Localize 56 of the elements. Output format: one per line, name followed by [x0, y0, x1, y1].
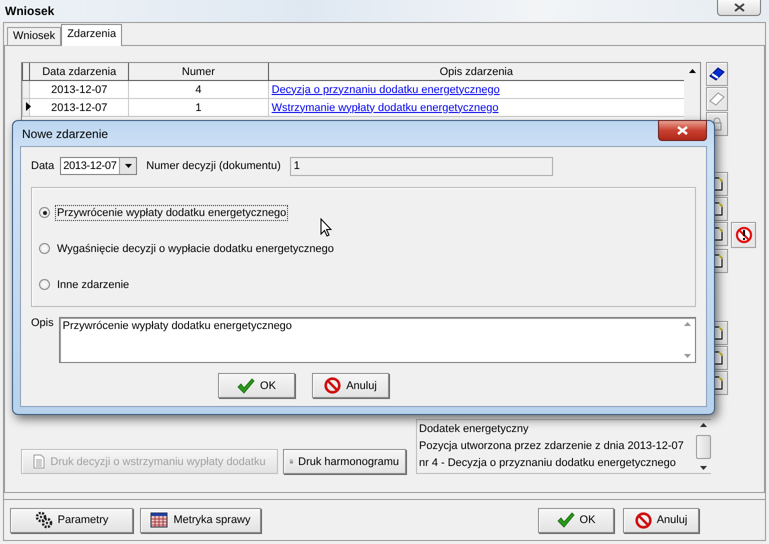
- table-cell: 2013-12-07: [30, 80, 129, 98]
- tab[interactable]: Wniosek: [7, 27, 62, 45]
- cancel-button[interactable]: Anuluj: [312, 373, 389, 398]
- dialog-title: Nowe zdarzenie: [22, 126, 108, 140]
- radio-label[interactable]: Inne zdarzenie: [55, 276, 132, 292]
- toolbar-button[interactable]: [706, 62, 728, 86]
- row-selector[interactable]: [22, 98, 30, 116]
- column-header[interactable]: Numer: [128, 63, 268, 80]
- tab[interactable]: Zdarzenia: [61, 24, 122, 46]
- case-record-button[interactable]: Metryka sprawy: [140, 508, 261, 532]
- radio-button[interactable]: [39, 279, 50, 290]
- scroll-down-icon[interactable]: [700, 466, 706, 470]
- print-button[interactable]: Druk harmonogramu: [283, 449, 406, 474]
- mouse-cursor-icon: [320, 218, 332, 237]
- prohibited-icon: [634, 512, 652, 528]
- gears-icon: [34, 511, 53, 529]
- no-entry-icon: [734, 226, 752, 244]
- ok-button[interactable]: OK: [538, 508, 614, 532]
- prohibited-icon: [324, 377, 342, 394]
- table-cell: 4: [128, 80, 268, 98]
- number-field[interactable]: 1: [290, 156, 553, 176]
- column-header[interactable]: Data zdarzenia: [30, 63, 129, 80]
- radio-label[interactable]: Przywrócenie wypłaty dodatku energetycznego: [55, 204, 288, 220]
- radio-button[interactable]: [39, 207, 50, 218]
- date-dropdown[interactable]: 2013-12-07: [60, 157, 138, 175]
- current-row-icon: [26, 102, 31, 110]
- table-cell: 2013-12-07: [30, 98, 129, 116]
- info-line: Dodatek energetyczny: [419, 422, 530, 437]
- row-selector[interactable]: [22, 80, 30, 98]
- cancel-button[interactable]: Anuluj: [623, 508, 699, 532]
- date-label: Data: [31, 160, 54, 172]
- calendar-icon: [150, 512, 168, 528]
- radio-button[interactable]: [39, 243, 50, 254]
- table-cell: 1: [128, 98, 268, 116]
- number-label: Numer decyzji (dokumentu): [146, 160, 281, 172]
- scroll-up-icon[interactable]: [700, 423, 706, 427]
- ok-button[interactable]: OK: [218, 373, 295, 398]
- check-icon: [237, 378, 256, 394]
- info-line: Pozycja utworzona przez zdarzenie z dnia 2013-12-07: [419, 439, 685, 454]
- close-button[interactable]: [658, 120, 707, 141]
- toolbar-button[interactable]: [731, 222, 756, 248]
- dropdown-arrow-icon: [124, 164, 132, 168]
- description-label: Opis: [31, 317, 54, 331]
- close-button[interactable]: [717, 0, 761, 16]
- radio-label[interactable]: Wygaśnięcie decyzji o wypłacie dodatku energetycznego: [55, 240, 336, 256]
- eraser-icon: [709, 67, 725, 81]
- info-line: nr 4 - Decyzja o przyznaniu dodatku energetycznego: [419, 456, 677, 471]
- scrollbar-thumb[interactable]: [696, 434, 710, 458]
- close-icon: [677, 126, 688, 135]
- column-header[interactable]: Opis zdarzenia: [268, 63, 684, 80]
- window-title: Wniosek: [4, 3, 54, 18]
- close-icon: [734, 3, 744, 12]
- scroll-up-icon[interactable]: [688, 69, 696, 73]
- parameters-button[interactable]: Parametry: [10, 508, 133, 532]
- header-corner: [22, 63, 30, 80]
- check-icon: [556, 512, 575, 528]
